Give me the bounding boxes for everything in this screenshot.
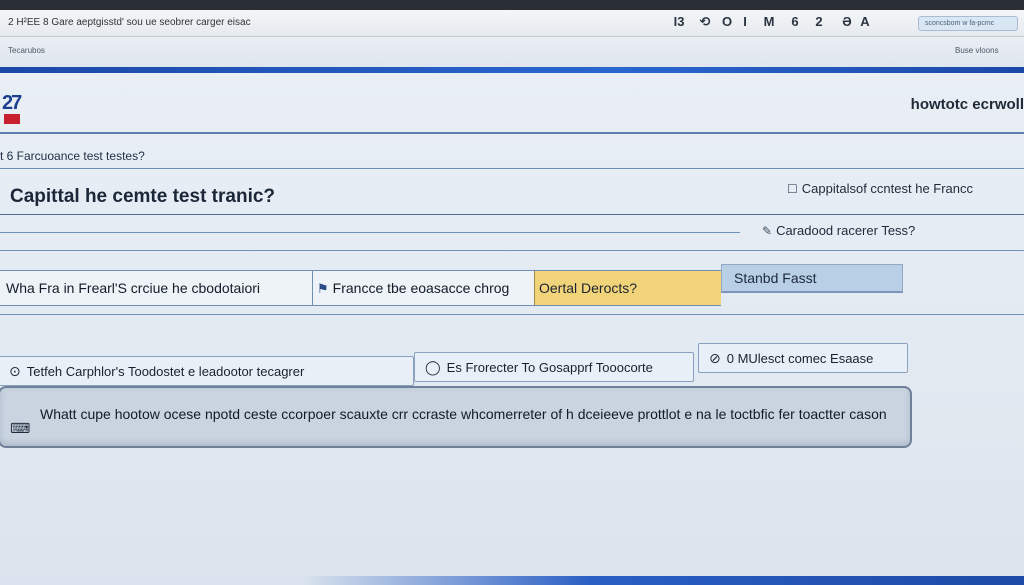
sub-toolbar-right-label[interactable]: Buse vloons	[955, 46, 999, 55]
address-bar[interactable]: sconcsbom w fa-pcmc	[918, 16, 1018, 31]
toolbar-button-6[interactable]: 6	[786, 14, 804, 29]
sub-toolbar: Tecarubos Buse vloons	[0, 37, 1024, 67]
checkbox-icon: ☐	[787, 182, 798, 196]
toolbar-button-9[interactable]: A	[856, 14, 874, 29]
divider	[0, 314, 1024, 315]
title-bar: 2 H²EE 8 Gare aeptgisstd' sou ue seobrer…	[0, 10, 1024, 37]
bottom-accent-line	[300, 576, 1024, 585]
breadcrumb[interactable]: t 6 Farcuoance test testes?	[0, 149, 145, 163]
site-logo[interactable]: 27	[0, 92, 28, 126]
toolbar-button-2[interactable]: ⟲	[696, 14, 714, 30]
toolbar-button-4[interactable]: I	[736, 14, 754, 29]
divider	[0, 250, 1024, 251]
side-link-test[interactable]: ✎ Caradood racerer Tess?	[762, 223, 915, 238]
radio-icon: ⊙	[9, 363, 21, 379]
option-label: Tetfeh Carphlor's Toodostet e leadootor …	[26, 364, 305, 379]
divider	[0, 168, 1024, 169]
answer-text: Whatt cupe hootow ocese npotd ceste ccor…	[40, 406, 887, 422]
toolbar-button-8[interactable]: Ə	[838, 14, 856, 29]
page-background	[0, 73, 1024, 585]
toolbar-button-3[interactable]: O	[718, 14, 736, 29]
option-label: Es Frorecter To Gosapprf Tooocorte	[446, 360, 653, 375]
toolbar-button-5[interactable]: M	[760, 14, 778, 29]
divider	[0, 232, 740, 233]
question-title: Capittal he cemte test tranic?	[10, 186, 276, 207]
divider	[0, 132, 1024, 134]
standard-button[interactable]: Stanbd Fasst	[721, 264, 903, 293]
answer-box[interactable]: ⌨ Whatt cupe hootow ocese npotd ceste cc…	[0, 386, 912, 448]
clock-icon: ⊘	[709, 350, 721, 366]
answer-field-row: Wha Fra in Frearl'S crciue he cbodotaior…	[0, 270, 721, 306]
option-2[interactable]: ◯ Es Frorecter To Gosapprf Tooocorte	[414, 352, 694, 382]
toolbar-button-1[interactable]: I3	[670, 14, 688, 29]
logo-flag-icon	[4, 114, 20, 124]
edit-icon: ✎	[762, 224, 773, 238]
side-link-capitals[interactable]: ☐ Cappitalsof ccntest he Francc	[787, 181, 973, 196]
side-link-label: Cappitalsof ccntest he Francc	[801, 181, 974, 196]
flag-icon: ⚑	[317, 281, 329, 296]
logo-mark-icon: 27	[2, 92, 22, 114]
sub-toolbar-label[interactable]: Tecarubos	[8, 46, 45, 55]
site-brand[interactable]: howtotc ecrwoll	[911, 96, 1024, 113]
comment-icon: ⌨	[10, 420, 31, 436]
option-3[interactable]: ⊘ 0 MUlesct comec Esaase	[698, 343, 908, 373]
divider	[0, 214, 1024, 215]
toolbar-button-7[interactable]: 2	[810, 14, 828, 29]
field-choice-label: Francce tbe eoasacce chrog	[332, 280, 510, 296]
top-strip	[0, 0, 1024, 10]
field-question[interactable]: Wha Fra in Frearl'S crciue he cbodotaior…	[6, 271, 311, 305]
field-choice[interactable]: ⚑ Francce tbe eoasacce chrog	[312, 271, 533, 305]
zero-icon: ◯	[425, 359, 441, 375]
field-highlighted[interactable]: Oertal Derocts?	[534, 271, 721, 305]
option-label: 0 MUlesct comec Esaase	[726, 351, 874, 366]
option-1[interactable]: ⊙ Tetfeh Carphlor's Toodostet e leadootor…	[0, 356, 414, 386]
window-title: 2 H²EE 8 Gare aeptgisstd' sou ue seobrer…	[8, 17, 251, 28]
side-link-label: Caradood racerer Tess?	[776, 223, 916, 238]
